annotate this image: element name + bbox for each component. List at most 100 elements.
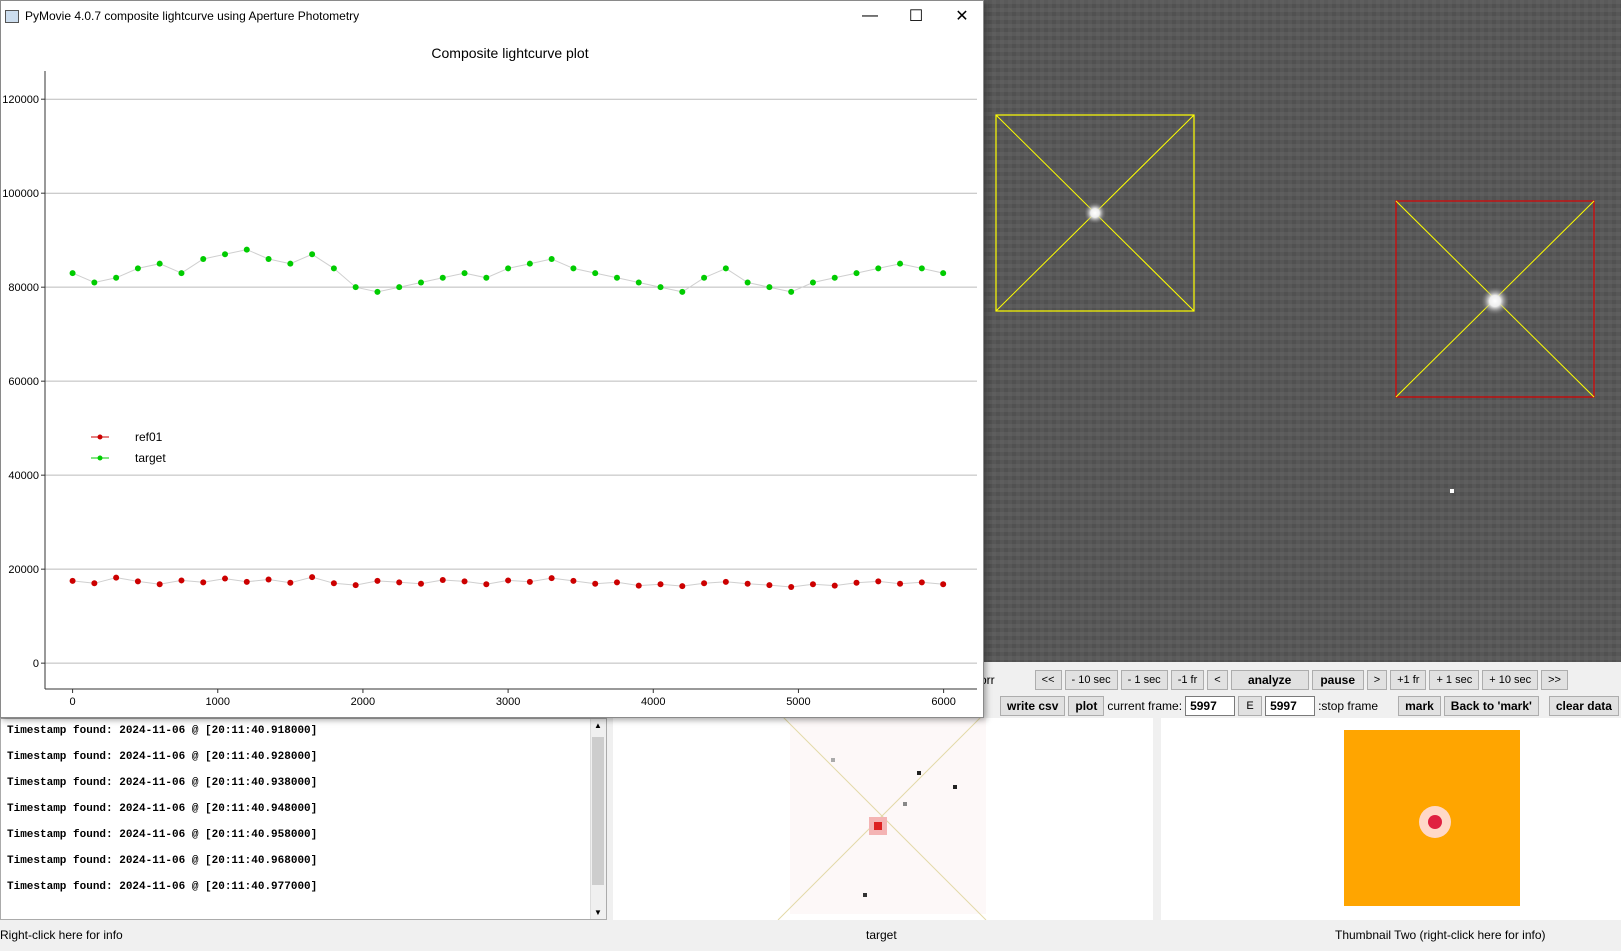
- stop-frame-input[interactable]: 5997: [1265, 696, 1316, 716]
- data-point-target: [134, 265, 141, 272]
- y-tick-label: 60000: [8, 376, 39, 388]
- data-point-target: [766, 284, 773, 291]
- data-point-target: [613, 274, 620, 281]
- step-back-button[interactable]: <: [1207, 670, 1228, 690]
- x-tick-label: 1000: [206, 696, 230, 708]
- step-forward-button[interactable]: >: [1366, 670, 1388, 690]
- data-point-ref01: [809, 581, 816, 588]
- data-point-ref01: [940, 581, 947, 588]
- data-point-ref01: [243, 578, 250, 585]
- data-point-target: [69, 270, 76, 277]
- data-point-target: [309, 251, 316, 258]
- data-point-ref01: [352, 582, 359, 589]
- data-point-ref01: [788, 584, 795, 591]
- data-point-ref01: [483, 581, 490, 588]
- data-point-ref01: [657, 581, 664, 588]
- data-point-target: [679, 288, 686, 295]
- data-point-ref01: [918, 579, 925, 586]
- log-scrollbar[interactable]: ▲ ▼: [590, 719, 606, 919]
- x-tick-label: 5000: [786, 696, 810, 708]
- first-frame-button[interactable]: <<: [1034, 670, 1062, 690]
- data-point-ref01: [222, 575, 229, 582]
- thumbnail-two-caption[interactable]: Thumbnail Two (right-click here for info…: [1335, 928, 1546, 942]
- back-1-sec-button[interactable]: - 1 sec: [1120, 670, 1168, 690]
- thumbnail-one-caption: target: [866, 928, 897, 942]
- data-point-ref01: [613, 579, 620, 586]
- data-point-target: [330, 265, 337, 272]
- data-point-ref01: [635, 582, 642, 589]
- window-titlebar[interactable]: PyMovie 4.0.7 composite lightcurve using…: [1, 1, 983, 31]
- data-point-ref01: [178, 577, 185, 584]
- scroll-thumb[interactable]: [592, 737, 604, 885]
- data-point-target: [940, 270, 947, 277]
- log-caption[interactable]: Right-click here for info: [0, 928, 123, 942]
- data-point-target: [178, 270, 185, 277]
- thumbnail-one-image: [777, 711, 987, 921]
- write-csv-button[interactable]: write csv: [1000, 696, 1066, 716]
- data-point-target: [592, 270, 599, 277]
- data-point-ref01: [113, 574, 120, 581]
- data-point-ref01: [526, 578, 533, 585]
- frame-controls: write csv plot current frame: 5997 E 599…: [1000, 696, 1621, 716]
- minimize-icon[interactable]: —: [847, 1, 893, 31]
- data-point-ref01: [766, 582, 773, 589]
- data-point-target: [483, 274, 490, 281]
- data-point-ref01: [679, 583, 686, 590]
- plot-button[interactable]: plot: [1068, 696, 1105, 716]
- log-line: Timestamp found: 2024-11-06 @ [20:11:40.…: [7, 803, 318, 815]
- lightcurve-chart[interactable]: Composite lightcurve plot 02000040000600…: [1, 31, 983, 717]
- data-point-ref01: [156, 581, 163, 588]
- last-frame-button[interactable]: >>: [1541, 670, 1568, 690]
- back-1-frame-button[interactable]: -1 fr: [1170, 670, 1205, 690]
- data-point-ref01: [592, 580, 599, 587]
- current-frame-input[interactable]: 5997: [1185, 696, 1236, 716]
- log-line: Timestamp found: 2024-11-06 @ [20:11:40.…: [7, 777, 318, 789]
- data-point-ref01: [69, 577, 76, 584]
- y-tick-label: 40000: [8, 470, 39, 482]
- y-tick-label: 0: [33, 658, 39, 670]
- scroll-down-icon[interactable]: ▼: [594, 908, 602, 917]
- data-point-target: [918, 265, 925, 272]
- forward-10-sec-button[interactable]: + 10 sec: [1482, 670, 1539, 690]
- pause-button[interactable]: pause: [1311, 670, 1364, 690]
- forward-1-frame-button[interactable]: +1 fr: [1390, 670, 1427, 690]
- data-point-target: [788, 288, 795, 295]
- back-10-sec-button[interactable]: - 10 sec: [1064, 670, 1118, 690]
- y-tick-label: 100000: [2, 188, 39, 200]
- thumbnail-one[interactable]: [613, 711, 1153, 921]
- x-tick-label: 6000: [931, 696, 955, 708]
- log-line: Timestamp found: 2024-11-06 @ [20:11:40.…: [7, 725, 318, 737]
- forward-1-sec-button[interactable]: + 1 sec: [1429, 670, 1480, 690]
- data-point-target: [287, 260, 294, 267]
- analyze-button[interactable]: analyze: [1230, 670, 1309, 690]
- log-panel[interactable]: Timestamp found: 2024-11-06 @ [20:11:40.…: [0, 718, 607, 920]
- data-point-ref01: [831, 582, 838, 589]
- data-point-ref01: [744, 580, 751, 587]
- data-point-ref01: [461, 578, 468, 585]
- data-point-target: [635, 279, 642, 286]
- data-point-target: [875, 265, 882, 272]
- legend-swatch-marker: [97, 434, 103, 440]
- legend: ref01 target: [91, 430, 166, 465]
- data-point-ref01: [287, 579, 294, 586]
- clear-data-button[interactable]: clear data: [1548, 696, 1619, 716]
- thumbnail-two[interactable]: [1161, 718, 1621, 920]
- data-point-ref01: [875, 578, 882, 585]
- close-icon[interactable]: ✕: [939, 1, 985, 31]
- x-tick-label: 0: [70, 696, 76, 708]
- scroll-up-icon[interactable]: ▲: [594, 721, 602, 730]
- log-line: Timestamp found: 2024-11-06 @ [20:11:40.…: [7, 881, 318, 893]
- e-button[interactable]: E: [1238, 696, 1263, 716]
- data-point-target: [548, 255, 555, 262]
- maximize-icon[interactable]: ☐: [893, 1, 939, 31]
- data-point-ref01: [853, 579, 860, 586]
- back-to-mark-button[interactable]: Back to 'mark': [1443, 696, 1539, 716]
- data-point-target: [526, 260, 533, 267]
- mark-button[interactable]: mark: [1398, 696, 1441, 716]
- data-point-ref01: [91, 580, 98, 587]
- data-point-ref01: [570, 577, 577, 584]
- data-point-ref01: [897, 580, 904, 587]
- y-tick-label: 20000: [8, 564, 39, 576]
- window-title: PyMovie 4.0.7 composite lightcurve using…: [25, 9, 360, 23]
- data-point-ref01: [330, 580, 337, 587]
